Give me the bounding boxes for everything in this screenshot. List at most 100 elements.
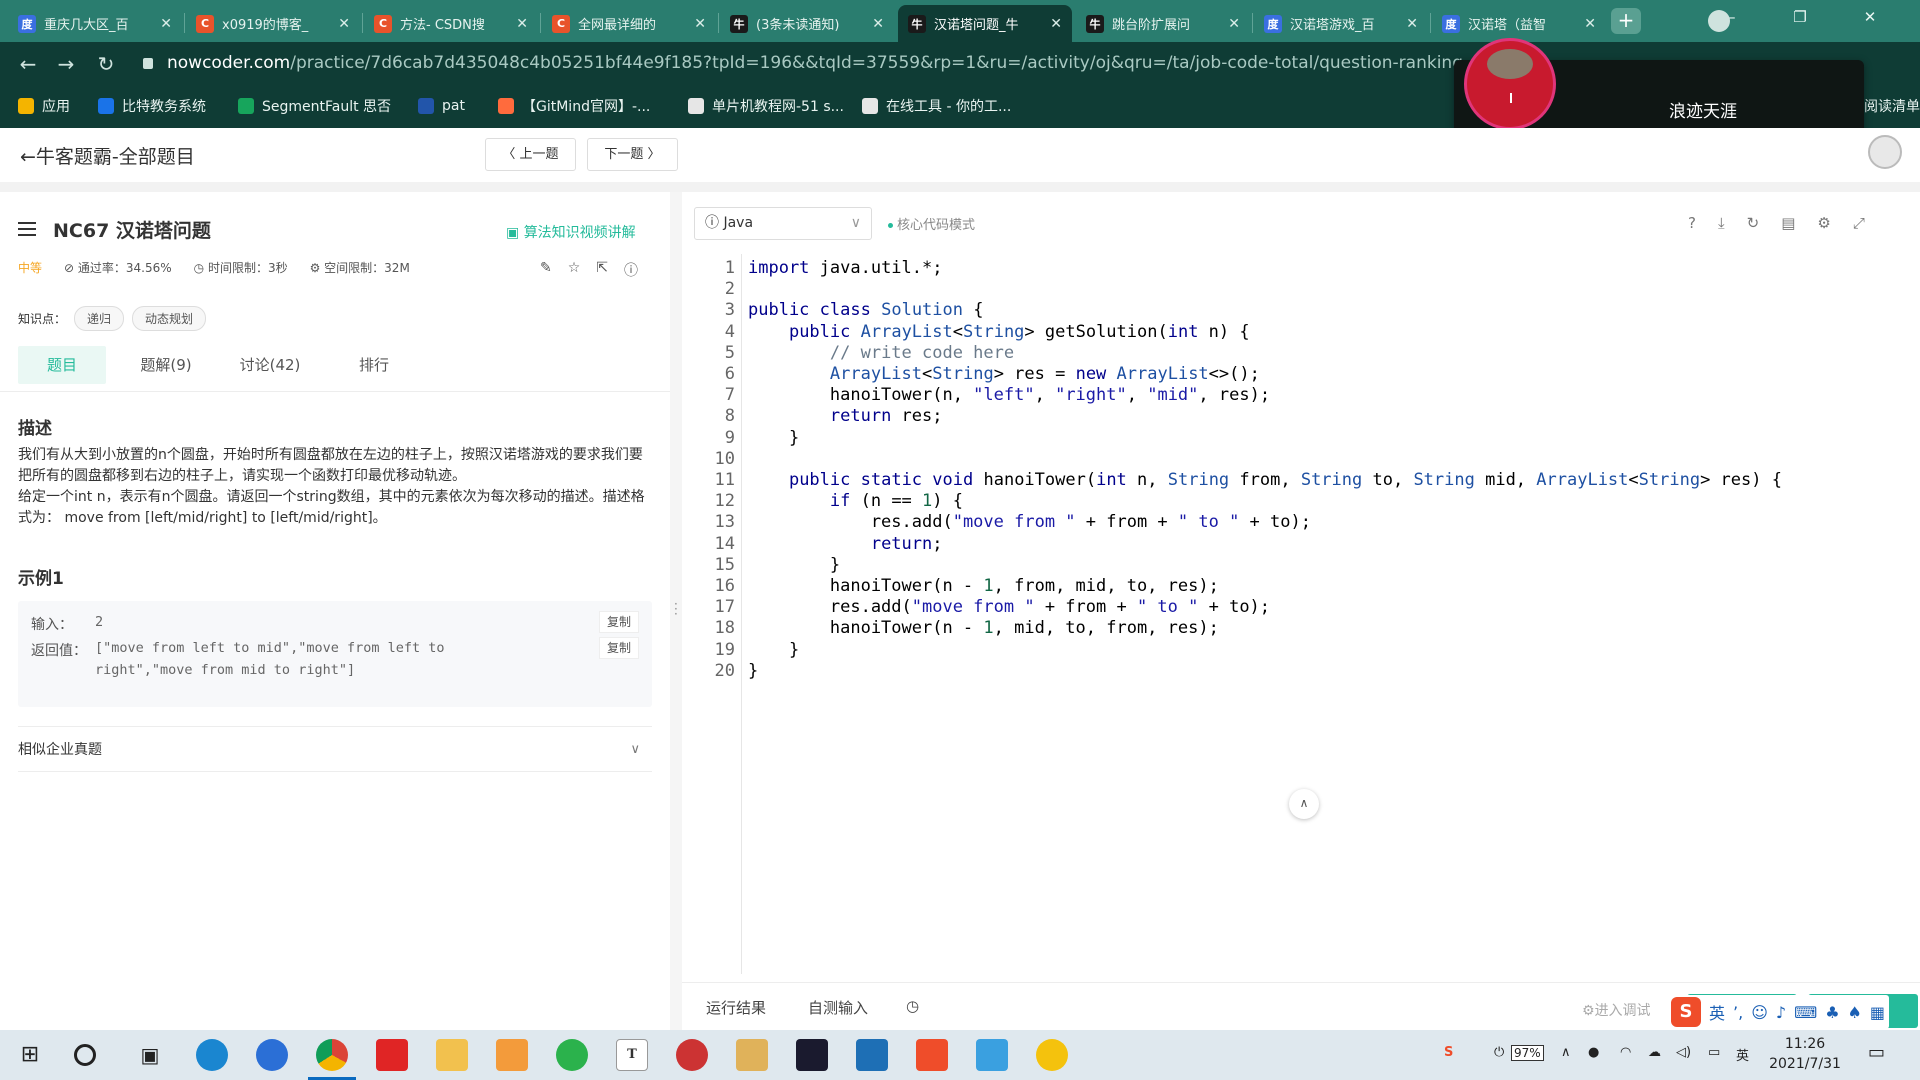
code-line[interactable]: import java.util.*; [748,258,942,278]
copy-output-button[interactable]: 复制 [599,637,639,659]
debug-link[interactable]: ⚙进入调试 [1582,1000,1651,1020]
browser-tab[interactable]: 度汉诺塔（益智 ✕ [1432,5,1606,42]
file-explorer-icon[interactable] [436,1039,468,1071]
edge-icon[interactable] [196,1039,228,1071]
chrome-icon[interactable] [316,1039,348,1071]
next-problem-button[interactable]: 下一题 〉 [587,138,678,171]
reset-icon[interactable]: ↻ [1747,214,1760,232]
qq-music-icon[interactable] [1036,1039,1068,1071]
tab-run-result[interactable]: 运行结果 [706,997,766,1018]
shirt-icon[interactable]: ♠ [1848,1003,1862,1022]
typora-icon[interactable]: T [616,1039,648,1071]
plug-icon[interactable]: ⏻ [1494,1045,1504,1060]
share-icon[interactable]: ⇱ [596,260,608,280]
browser-tab[interactable]: 度重庆几大区_百 ✕ [8,5,182,42]
wechat-icon[interactable] [556,1039,588,1071]
code-line[interactable]: hanoiTower(n, "left", "right", "mid", re… [748,385,1270,405]
panel-resizer[interactable]: · · · [670,192,682,1030]
address-bar[interactable]: nowcoder.com/practice/7d6cab7d435048c4b0… [143,47,1463,80]
similar-questions-toggle[interactable]: 相似企业真题 ∨ [18,726,652,772]
tab-problem[interactable]: 题目 [18,346,106,384]
close-window-icon[interactable]: ✕ [1840,0,1900,34]
browser-tab[interactable]: 牛汉诺塔问题_牛 ✕ [898,5,1072,42]
ime-language[interactable]: 英 [1709,1000,1725,1024]
sogou-app-icon[interactable] [916,1039,948,1071]
new-tab-button[interactable]: + [1611,8,1641,34]
tab-custom-input[interactable]: 自测输入 [808,997,868,1018]
browser-tab[interactable]: C 全网最详细的 ✕ [542,5,716,42]
tab-search-icon[interactable] [1708,10,1730,32]
bookmark-item[interactable]: 应用 [18,95,70,117]
code-line[interactable]: return res; [748,406,943,426]
tab-solutions[interactable]: 题解(9) [122,346,210,384]
windows-start-icon[interactable]: ⊞ [14,1039,46,1071]
youdao-icon[interactable] [376,1039,408,1071]
template-icon[interactable]: ▤ [1781,214,1795,232]
battery-indicator[interactable]: 97% [1511,1045,1544,1061]
code-line[interactable]: res.add("move from " + from + " to " + t… [748,597,1270,617]
user-avatar[interactable] [1868,135,1902,169]
code-editor[interactable]: 1 2 3 4 5 6 7 8 9 10 11 12 13 14 15 16 17 18 19 20 import j… [682,254,1920,974]
photos-icon[interactable] [856,1039,888,1071]
code-line[interactable]: } [748,640,799,660]
video-lecture-link[interactable]: ▣ 算法知识视频讲解 [506,222,636,242]
browser-tab[interactable]: C 方法- CSDN搜 ✕ [364,5,538,42]
code-line[interactable]: public class Solution { [748,300,983,320]
browser-tab[interactable]: 度汉诺塔游戏_百 ✕ [1254,5,1428,42]
skin-icon[interactable]: ♣ [1825,1003,1839,1022]
code-line[interactable]: } [748,428,799,448]
edit-icon[interactable]: ✎ [540,260,552,280]
history-clock-icon[interactable]: ◷ [906,997,919,1015]
bookmark-item[interactable]: 比特教务系统 [98,95,206,117]
reading-list-link[interactable]: 阅读清单 [1864,95,1920,117]
code-line[interactable]: public static void hanoiTower(int n, Str… [748,470,1782,490]
browser-tab[interactable]: 牛 (3条未读通知) ✕ [720,5,894,42]
keyboard-icon[interactable]: ⌨ [1794,1003,1817,1022]
code-line[interactable]: ArrayList<String> res = new ArrayList<>(… [748,364,1260,384]
star-icon[interactable]: ☆ [568,260,581,280]
reload-icon[interactable]: ↻ [92,50,120,78]
sogou-tray-icon[interactable]: S [1444,1045,1453,1060]
game-icon[interactable] [676,1039,708,1071]
search-icon[interactable] [74,1044,96,1066]
bookmark-item[interactable]: 在线工具 - 你的工... [862,95,1011,117]
prev-problem-button[interactable]: 〈 上一题 [485,138,576,171]
fullscreen-icon[interactable]: ⤢ [1853,214,1865,232]
emoji-icon[interactable]: ☺ [1751,1003,1768,1022]
code-line[interactable]: return; [748,534,943,554]
code-line[interactable]: } [748,661,758,681]
maximize-icon[interactable]: ❐ [1770,0,1830,34]
help-icon[interactable]: ? [1688,214,1696,232]
qq-tray-icon[interactable]: ● [1588,1045,1599,1060]
microphone-icon[interactable]: ♪ [1776,1003,1786,1022]
avatar[interactable] [1464,38,1556,130]
forward-arrow-icon[interactable]: → [52,50,80,78]
punctuation-icon[interactable]: ’, [1733,1003,1743,1022]
tab-close-icon[interactable]: ✕ [160,16,172,32]
intellij-icon[interactable] [796,1039,828,1071]
system-clock[interactable]: 11:26 2021/7/31 [1760,1034,1850,1074]
code-line[interactable]: } [748,555,840,575]
tag-dynamic-programming[interactable]: 动态规划 [132,306,207,331]
paint-icon[interactable] [736,1039,768,1071]
browser-tab[interactable]: 牛跳台阶扩展问 ✕ [1076,5,1250,42]
tab-close-icon[interactable]: ✕ [1228,16,1240,32]
tag-recursion[interactable]: 递归 [74,306,125,331]
task-view-icon[interactable]: ▣ [134,1039,166,1071]
language-select[interactable]: ⓘ Java ∨ [694,207,872,240]
code-line[interactable]: if (n == 1) { [748,491,963,511]
volume-icon[interactable]: ◁) [1676,1045,1691,1060]
code-line[interactable]: res.add("move from " + from + " to " + t… [748,512,1311,532]
cloud-icon[interactable]: ☁ [1648,1045,1661,1060]
bookmark-item[interactable]: 单片机教程网-51 s... [688,95,844,117]
copy-input-button[interactable]: 复制 [599,611,639,633]
bookmark-item[interactable]: SegmentFault 思否 [238,95,391,117]
pdf-reader-icon[interactable] [496,1039,528,1071]
settings-icon[interactable]: ⚙ [1817,214,1830,232]
back-to-list-link[interactable]: ←牛客题霸-全部题目 [20,142,195,169]
tab-close-icon[interactable]: ✕ [1406,16,1418,32]
tab-close-icon[interactable]: ✕ [516,16,528,32]
drag-handle-icon[interactable]: · · · [674,598,678,620]
code-line[interactable]: public ArrayList<String> getSolution(int… [748,322,1250,342]
battery-tray-icon[interactable]: ▭ [1708,1045,1720,1060]
